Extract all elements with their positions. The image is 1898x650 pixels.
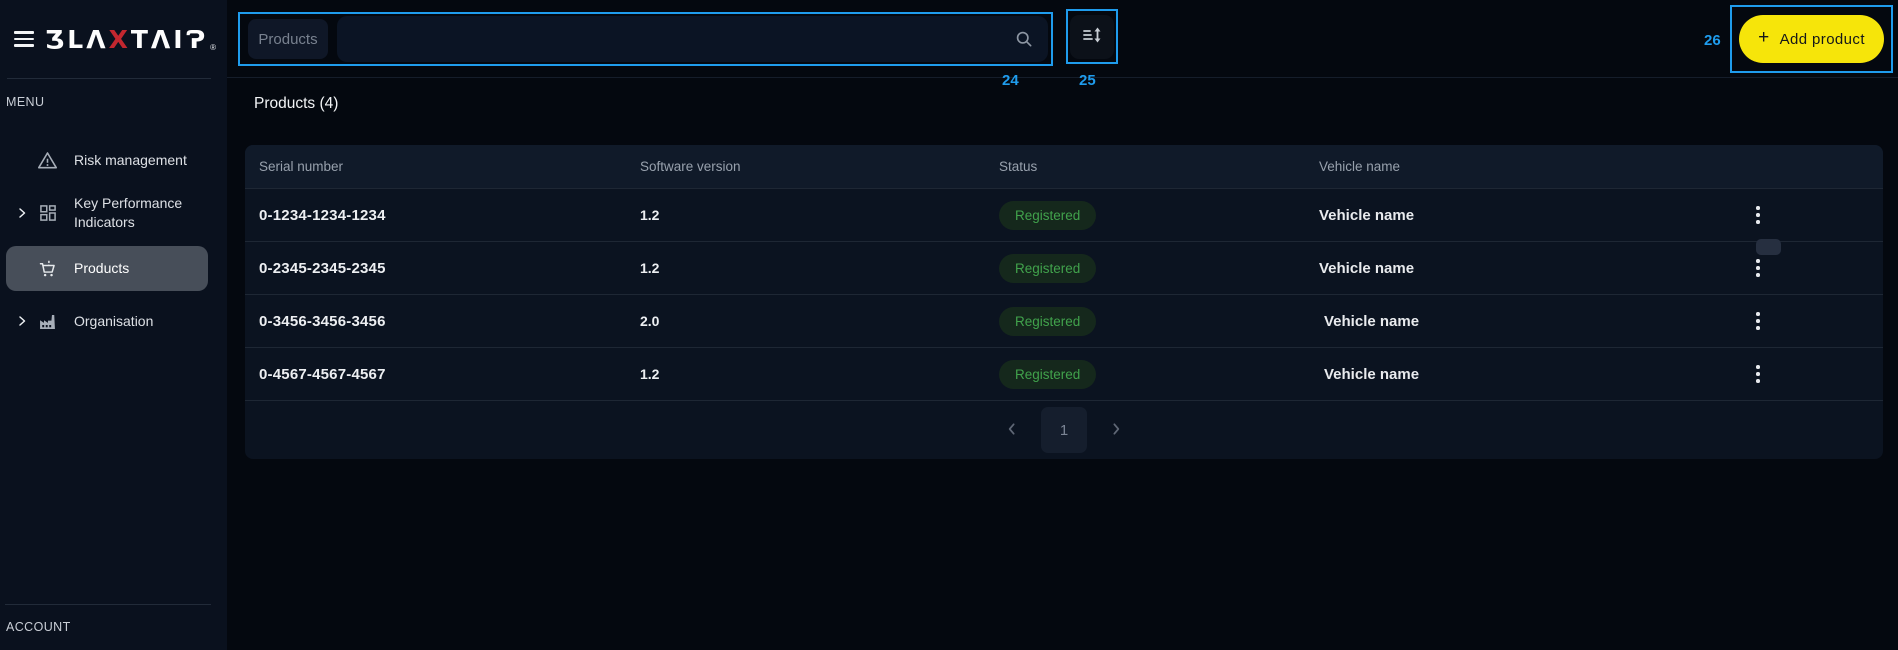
sidebar-item-label: Organisation [74, 312, 154, 329]
serial-number-cell: 0-4567-4567-4567 [259, 365, 386, 383]
sidebar-item-key-performance-indicators[interactable]: Key Performance Indicators [0, 186, 227, 240]
sidebar-item-label: Risk management [74, 151, 187, 168]
table-row[interactable]: 0-4567-4567-4567 1.2 Registered Vehicle … [245, 347, 1883, 400]
account-section-label: ACCOUNT [6, 620, 71, 634]
annotation-box-25 [1066, 9, 1118, 64]
search-filter-chip[interactable]: Products [248, 19, 328, 59]
status-badge: Registered [999, 359, 1097, 389]
vehicle-name-cell: Vehicle name [1319, 259, 1415, 277]
sidebar-header: ƷLΛ X TΛIɁ ® [0, 0, 227, 78]
pagination: 1 [245, 400, 1883, 459]
vehicle-name-cell: Vehicle name [1324, 365, 1420, 383]
search-input[interactable] [337, 16, 1048, 62]
vehicle-name-cell: Vehicle name [1319, 206, 1415, 224]
column-header-vehicle-name: Vehicle name [1319, 159, 1401, 174]
software-version-cell: 1.2 [640, 260, 660, 276]
row-actions-kebab-menu[interactable] [1745, 306, 1771, 336]
pagination-page-1[interactable]: 1 [1041, 407, 1087, 453]
sidebar-item-organisation[interactable]: Organisation [0, 300, 227, 342]
vehicle-name-cell: Vehicle name [1324, 312, 1420, 330]
page-title: Products (4) [254, 95, 339, 112]
shopping-cart-icon [37, 258, 58, 279]
scrollbar-thumb[interactable] [1756, 239, 1781, 255]
sidebar-item-label: Key Performance Indicators [74, 195, 183, 230]
sidebar-item-risk-management[interactable]: Risk management [0, 140, 227, 180]
annotation-label-25: 25 [1079, 72, 1096, 89]
column-header-serial-number: Serial number [259, 159, 344, 174]
pagination-previous-button[interactable] [997, 415, 1027, 445]
sidebar-divider [7, 78, 211, 79]
chevron-right-icon [16, 207, 28, 219]
registered-trademark: ® [210, 42, 217, 52]
annotation-box-26: + Add product [1730, 5, 1893, 73]
menu-section-label: MENU [6, 95, 45, 109]
software-version-cell: 2.0 [640, 313, 660, 329]
dashboard-grid-icon [37, 203, 58, 224]
logo-text-left: ƷLΛ [45, 24, 109, 54]
row-actions-kebab-menu[interactable] [1745, 253, 1771, 283]
sort-button[interactable] [1070, 14, 1114, 59]
hamburger-menu-icon[interactable] [14, 31, 34, 47]
plus-icon: + [1758, 27, 1770, 48]
chevron-right-icon [16, 315, 28, 327]
sidebar: ƷLΛ X TΛIɁ ® MENU Risk management Key Per [0, 0, 227, 650]
annotation-label-24: 24 [1002, 72, 1019, 89]
brand-logo[interactable]: ƷLΛ X TΛIɁ ® [45, 25, 216, 54]
main-area: Products 24 25 26 + Add product Products… [227, 0, 1898, 650]
logo-text-right: TΛIɁ [130, 24, 209, 54]
row-actions-kebab-menu[interactable] [1745, 200, 1771, 230]
software-version-cell: 1.2 [640, 366, 660, 382]
serial-number-cell: 0-3456-3456-3456 [259, 312, 386, 330]
topbar: Products 24 25 26 + Add product [227, 0, 1898, 89]
table-row[interactable]: 0-3456-3456-3456 2.0 Registered Vehicle … [245, 294, 1883, 347]
chevron-right-icon [1108, 421, 1124, 440]
sort-icon [1080, 23, 1104, 50]
column-header-software-version: Software version [640, 159, 741, 174]
sidebar-item-products[interactable]: Products [6, 246, 208, 291]
chevron-left-icon [1004, 421, 1020, 440]
serial-number-cell: 0-2345-2345-2345 [259, 259, 386, 277]
status-badge: Registered [999, 253, 1097, 283]
products-table: Serial number Software version Status Ve… [245, 145, 1883, 459]
status-badge: Registered [999, 306, 1097, 336]
app-root: ƷLΛ X TΛIɁ ® MENU Risk management Key Per [0, 0, 1898, 650]
logo-text-accent: X [108, 24, 131, 54]
table-header-row: Serial number Software version Status Ve… [245, 145, 1883, 188]
table-row[interactable]: 0-1234-1234-1234 1.2 Registered Vehicle … [245, 188, 1883, 241]
serial-number-cell: 0-1234-1234-1234 [259, 206, 386, 224]
annotation-box-24: Products [238, 12, 1053, 66]
row-actions-kebab-menu[interactable] [1745, 359, 1771, 389]
account-divider [5, 604, 211, 605]
status-badge: Registered [999, 200, 1097, 230]
column-header-status: Status [999, 159, 1038, 174]
search-icon [1014, 29, 1034, 54]
search-field [337, 16, 1048, 62]
software-version-cell: 1.2 [640, 207, 660, 223]
table-row[interactable]: 0-2345-2345-2345 1.2 Registered Vehicle … [245, 241, 1883, 294]
add-product-button-label: Add product [1779, 30, 1865, 48]
warning-triangle-icon [37, 150, 58, 171]
annotation-label-26: 26 [1704, 32, 1721, 49]
sidebar-nav: Risk management Key Performance Indicato… [0, 140, 227, 342]
sidebar-item-label: Products [74, 260, 130, 277]
factory-icon [37, 311, 58, 332]
pagination-next-button[interactable] [1101, 415, 1131, 445]
add-product-button[interactable]: + Add product [1739, 15, 1884, 63]
